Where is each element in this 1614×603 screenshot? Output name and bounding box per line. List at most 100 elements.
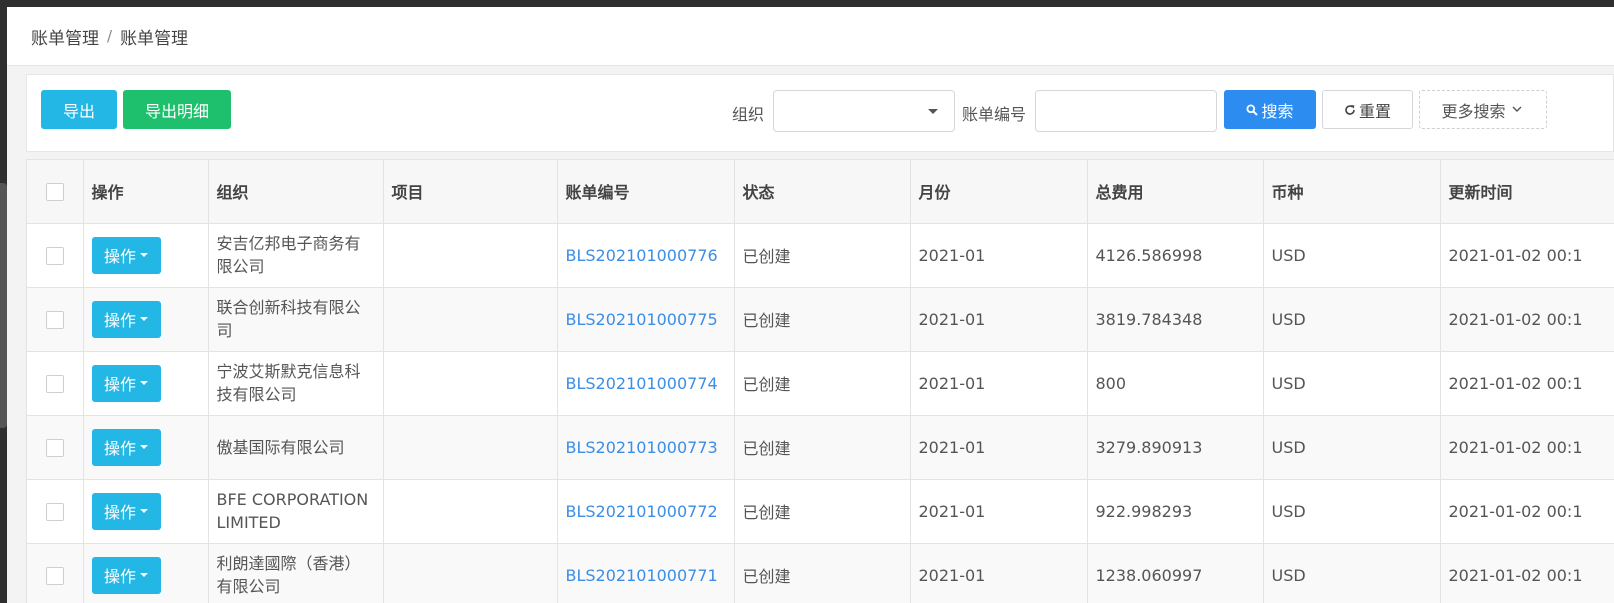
breadcrumb-separator: / [107,27,113,45]
caret-down-icon [140,445,148,449]
row-bill-no-link[interactable]: BLS202101000771 [557,543,735,603]
export-button-label: 导出 [62,101,95,121]
table-row: 操作 傲基国际有限公司 BLS202101000773 已创建 2021-01 … [27,415,1614,480]
column-header-action: 操作 [83,160,209,224]
row-currency-cell: USD [1263,223,1441,288]
row-updated-cell: 2021-01-02 00:1 [1440,351,1614,416]
row-total-cell: 3279.890913 [1087,415,1264,480]
row-updated-cell: 2021-01-02 00:1 [1440,223,1614,288]
row-select-cell [27,223,84,288]
row-month-cell: 2021-01 [910,287,1088,352]
select-all-checkbox[interactable] [45,183,64,201]
row-select-cell [27,543,84,603]
main-content: 账单管理 / 账单管理 导出 导出明细 组织 账单编号 搜索 重置 更多搜索 操… [7,7,1614,603]
row-action-button[interactable]: 操作 [91,300,161,338]
row-checkbox[interactable] [45,374,64,393]
table-row: 操作 利朗達國際（香港）有限公司 BLS202101000771 已创建 202… [27,543,1614,603]
row-updated-cell: 2021-01-02 00:1 [1440,287,1614,352]
column-header-total: 总费用 [1087,160,1264,224]
table-header-row: 操作 组织 项目 账单编号 状态 月份 总费用 币种 更新时间 [27,160,1614,224]
breadcrumb-item-parent[interactable]: 账单管理 [31,24,99,49]
row-project-cell [383,351,558,416]
row-status-cell: 已创建 [734,415,911,480]
row-month-cell: 2021-01 [910,223,1088,288]
row-bill-no-link[interactable]: BLS202101000774 [557,351,735,416]
search-button[interactable]: 搜索 [1224,90,1316,129]
row-action-button[interactable]: 操作 [91,364,161,402]
sidebar-collapse-handle[interactable] [0,183,7,428]
chevron-down-icon [1512,106,1521,112]
row-action-button[interactable]: 操作 [91,556,161,594]
row-project-cell [383,223,558,288]
bill-table: 操作 组织 项目 账单编号 状态 月份 总费用 币种 更新时间 操作 安吉亿邦电… [26,159,1614,603]
row-currency-cell: USD [1263,415,1441,480]
select-all-cell [27,160,84,224]
caret-down-icon [140,509,148,513]
row-total-cell: 4126.586998 [1087,223,1264,288]
column-header-currency: 币种 [1263,160,1441,224]
export-detail-button[interactable]: 导出明细 [123,90,231,129]
refresh-icon [1345,104,1355,115]
row-total-cell: 922.998293 [1087,479,1264,544]
row-project-cell [383,415,558,480]
row-bill-no-link[interactable]: BLS202101000773 [557,415,735,480]
bill-no-input[interactable] [1035,90,1217,132]
row-bill-no-link[interactable]: BLS202101000776 [557,223,735,288]
row-status-cell: 已创建 [734,351,911,416]
row-checkbox[interactable] [45,502,64,521]
row-org-cell: 利朗達國際（香港）有限公司 [208,543,384,603]
row-action-label: 操作 [103,375,136,394]
row-checkbox[interactable] [45,246,64,265]
row-month-cell: 2021-01 [910,543,1088,603]
filter-toolbar: 导出 导出明细 组织 账单编号 搜索 重置 更多搜索 [26,74,1614,152]
more-search-button[interactable]: 更多搜索 [1419,90,1547,129]
row-checkbox[interactable] [45,310,64,329]
caret-down-icon [140,381,148,385]
row-total-cell: 1238.060997 [1087,543,1264,603]
column-header-month: 月份 [910,160,1088,224]
row-total-cell: 3819.784348 [1087,287,1264,352]
row-project-cell [383,543,558,603]
row-action-button[interactable]: 操作 [91,492,161,530]
row-action-button[interactable]: 操作 [91,236,161,274]
org-select[interactable] [773,90,955,132]
row-currency-cell: USD [1263,479,1441,544]
reset-button-label: 重置 [1358,101,1391,121]
row-bill-no-link[interactable]: BLS202101000775 [557,287,735,352]
caret-down-icon [140,573,148,577]
row-select-cell [27,287,84,352]
row-action-cell: 操作 [83,479,209,544]
column-header-bill-no: 账单编号 [557,160,735,224]
row-action-cell: 操作 [83,351,209,416]
row-select-cell [27,415,84,480]
caret-down-icon [140,253,148,257]
row-updated-cell: 2021-01-02 00:1 [1440,479,1614,544]
row-select-cell [27,479,84,544]
row-action-cell: 操作 [83,287,209,352]
row-action-cell: 操作 [83,223,209,288]
row-action-button[interactable]: 操作 [91,428,161,466]
row-updated-cell: 2021-01-02 00:1 [1440,543,1614,603]
row-checkbox[interactable] [45,438,64,457]
reset-button[interactable]: 重置 [1322,90,1413,129]
org-filter-label: 组织 [732,105,765,124]
breadcrumb: 账单管理 / 账单管理 [7,7,1614,66]
window-top-bar [0,0,1614,7]
export-button[interactable]: 导出 [41,90,117,129]
row-month-cell: 2021-01 [910,415,1088,480]
row-currency-cell: USD [1263,351,1441,416]
export-detail-button-label: 导出明细 [144,101,209,121]
column-header-project: 项目 [383,160,558,224]
column-header-updated: 更新时间 [1440,160,1614,224]
table-row: 操作 联合创新科技有限公司 BLS202101000775 已创建 2021-0… [27,287,1614,352]
row-bill-no-link[interactable]: BLS202101000772 [557,479,735,544]
table-row: 操作 宁波艾斯默克信息科技有限公司 BLS202101000774 已创建 20… [27,351,1614,416]
row-month-cell: 2021-01 [910,351,1088,416]
row-action-cell: 操作 [83,415,209,480]
row-total-cell: 800 [1087,351,1264,416]
more-search-button-label: 更多搜索 [1441,101,1506,121]
row-checkbox[interactable] [45,566,64,585]
table-row: 操作 BFE CORPORATION LIMITED BLS2021010007… [27,479,1614,544]
row-select-cell [27,351,84,416]
row-org-cell: 安吉亿邦电子商务有限公司 [208,223,384,288]
